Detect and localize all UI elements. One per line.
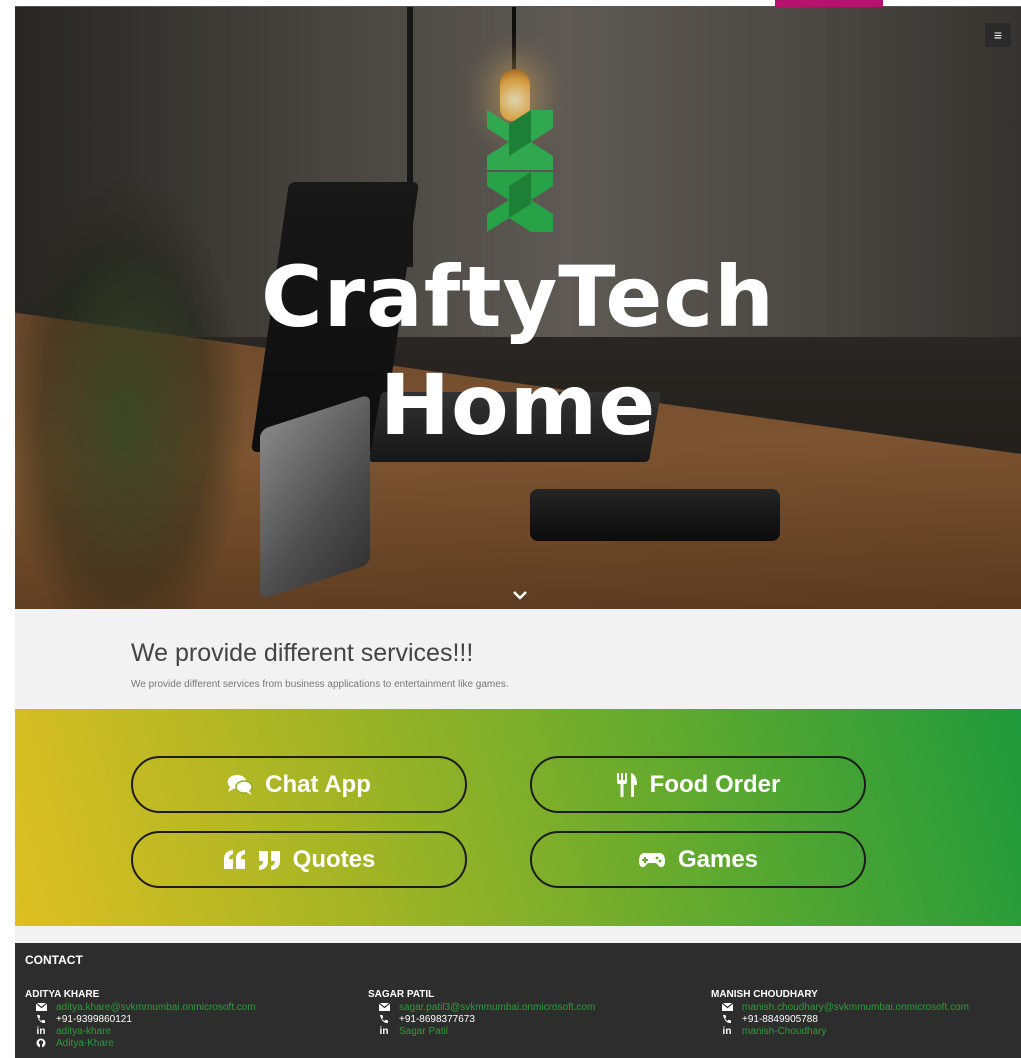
- contact-linkedin-link[interactable]: manish-Choudhary: [742, 1026, 827, 1037]
- contact-github-link[interactable]: Aditya-Khare: [56, 1038, 114, 1049]
- github-icon: [35, 1038, 47, 1048]
- contact-name: ADITYA KHARE: [25, 989, 100, 1000]
- hero-section: CraftyTech Home ≡: [15, 7, 1021, 609]
- footer-heading: CONTACT: [25, 953, 83, 967]
- services-title: We provide different services!!!: [131, 639, 474, 667]
- contact-email-row: manish.choudhary@svkmmumbai.onmicrosoft.…: [711, 1001, 1021, 1013]
- envelope-icon: [378, 1002, 390, 1012]
- comments-icon: [227, 774, 253, 795]
- contact-card: ADITYA KHARE aditya.khare@svkmmumbai.onm…: [25, 989, 355, 1049]
- contact-phone: +91-8849905788: [742, 1013, 818, 1025]
- contact-linkedin-link[interactable]: aditya-khare: [56, 1026, 111, 1037]
- contact-email-link[interactable]: aditya.khare@svkmmumbai.onmicrosoft.com: [56, 1002, 256, 1013]
- linkedin-icon: in: [36, 1025, 46, 1037]
- hero-title-line2: Home: [379, 356, 657, 454]
- phone-icon: [721, 1014, 733, 1024]
- contact-email-link[interactable]: sagar.patil3@svkmmumbai.onmicrosoft.com: [399, 1002, 595, 1013]
- contact-linkedin-row: in aditya-khare: [25, 1025, 355, 1037]
- hamburger-icon: ≡: [993, 27, 1003, 43]
- craftytech-logo-icon: [487, 110, 553, 232]
- contact-email-row: sagar.patil3@svkmmumbai.onmicrosoft.com: [368, 1001, 698, 1013]
- food-order-label: Food Order: [649, 770, 781, 798]
- contact-email-link[interactable]: manish.choudhary@svkmmumbai.onmicrosoft.…: [742, 1002, 969, 1013]
- chat-app-label: Chat App: [265, 770, 371, 798]
- envelope-icon: [35, 1002, 47, 1012]
- phone-icon: [378, 1014, 390, 1024]
- utensils-icon: [616, 772, 637, 797]
- contact-card: SAGAR PATIL sagar.patil3@svkmmumbai.onmi…: [368, 989, 698, 1037]
- contact-phone-row: +91-9399860121: [25, 1013, 355, 1025]
- envelope-icon: [721, 1002, 733, 1012]
- chat-app-button[interactable]: Chat App: [131, 756, 467, 813]
- phone-icon: [35, 1014, 47, 1024]
- quotes-button[interactable]: Quotes: [131, 831, 467, 888]
- contact-linkedin-row: in Sagar Patil: [368, 1025, 698, 1037]
- services-buttons-band: Chat App Food Order Quotes Games: [15, 709, 1021, 926]
- hero-title: CraftyTech Home: [15, 243, 1021, 459]
- contact-email-row: aditya.khare@svkmmumbai.onmicrosoft.com: [25, 1001, 355, 1013]
- food-order-button[interactable]: Food Order: [530, 756, 866, 813]
- contact-linkedin-row: in manish-Choudhary: [711, 1025, 1021, 1037]
- contact-github-row: Aditya-Khare: [25, 1037, 355, 1049]
- contact-name: MANISH CHOUDHARY: [711, 989, 818, 1000]
- contact-phone: +91-8698377673: [399, 1013, 475, 1025]
- hero-title-line1: CraftyTech: [261, 248, 775, 346]
- quote-icon: [223, 849, 280, 870]
- games-label: Games: [677, 845, 759, 873]
- contact-linkedin-link[interactable]: Sagar Patil: [399, 1026, 448, 1037]
- linkedin-icon: in: [379, 1025, 389, 1037]
- services-subtitle: We provide different services from busin…: [131, 679, 509, 690]
- contact-card: MANISH CHOUDHARY manish.choudhary@svkmmu…: [711, 989, 1021, 1037]
- games-button[interactable]: Games: [530, 831, 866, 888]
- contact-phone: +91-9399860121: [56, 1013, 132, 1025]
- quotes-label: Quotes: [292, 845, 376, 873]
- section-divider: [15, 926, 1021, 943]
- top-tab[interactable]: [775, 0, 883, 7]
- contact-name: SAGAR PATIL: [368, 989, 435, 1000]
- menu-button[interactable]: ≡: [985, 23, 1011, 47]
- contact-phone-row: +91-8698377673: [368, 1013, 698, 1025]
- linkedin-icon: in: [722, 1025, 732, 1037]
- services-intro: We provide different services!!! We prov…: [15, 609, 1021, 709]
- chevron-down-icon[interactable]: [510, 587, 530, 603]
- footer: CONTACT ADITYA KHARE aditya.khare@svkmmu…: [15, 943, 1021, 1058]
- contact-phone-row: +91-8849905788: [711, 1013, 1021, 1025]
- gamepad-icon: [638, 852, 665, 867]
